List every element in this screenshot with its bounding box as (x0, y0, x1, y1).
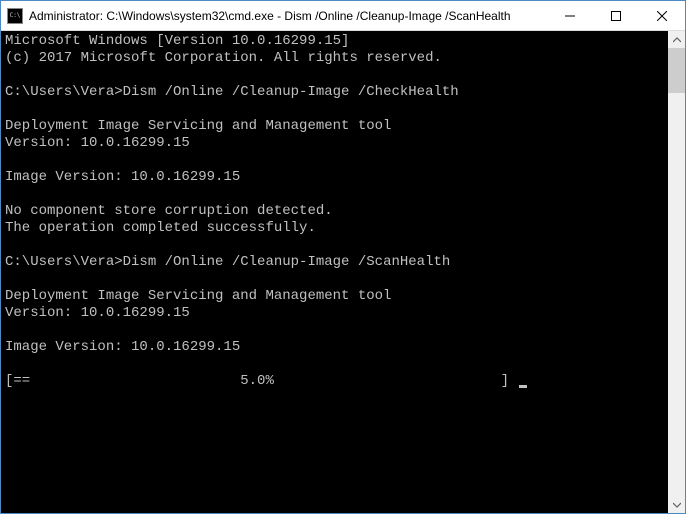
minimize-icon (565, 11, 575, 21)
scrollbar-track[interactable] (668, 48, 685, 496)
maximize-icon (611, 11, 621, 21)
close-button[interactable] (639, 1, 685, 30)
result-line-1: No component store corruption detected. (5, 203, 333, 219)
tool-name-2: Deployment Image Servicing and Managemen… (5, 288, 391, 304)
close-icon (657, 11, 667, 21)
image-version-1: Image Version: 10.0.16299.15 (5, 169, 240, 185)
terminal-container: Microsoft Windows [Version 10.0.16299.15… (1, 31, 685, 513)
prompt-line-2: C:\Users\Vera>Dism /Online /Cleanup-Imag… (5, 254, 450, 270)
command-1: Dism /Online /Cleanup-Image /CheckHealth (123, 84, 459, 100)
progress-bar: [== 5.0% ] (5, 373, 517, 389)
scrollbar-thumb[interactable] (668, 48, 685, 93)
cursor (519, 385, 527, 388)
vertical-scrollbar[interactable] (668, 31, 685, 513)
titlebar: Administrator: C:\Windows\system32\cmd.e… (1, 1, 685, 31)
scroll-up-button[interactable] (668, 31, 685, 48)
terminal-output[interactable]: Microsoft Windows [Version 10.0.16299.15… (1, 31, 668, 513)
minimize-button[interactable] (547, 1, 593, 30)
result-line-2: The operation completed successfully. (5, 220, 316, 236)
cmd-icon (7, 8, 23, 24)
maximize-button[interactable] (593, 1, 639, 30)
tool-name-1: Deployment Image Servicing and Managemen… (5, 118, 391, 134)
os-header: Microsoft Windows [Version 10.0.16299.15… (5, 33, 349, 49)
prompt-line-1: C:\Users\Vera>Dism /Online /Cleanup-Imag… (5, 84, 459, 100)
tool-version-2: Version: 10.0.16299.15 (5, 305, 190, 321)
window-title: Administrator: C:\Windows\system32\cmd.e… (29, 9, 547, 23)
chevron-up-icon (673, 36, 681, 44)
prompt-path-2: C:\Users\Vera> (5, 254, 123, 270)
window-controls (547, 1, 685, 30)
prompt-path-1: C:\Users\Vera> (5, 84, 123, 100)
copyright: (c) 2017 Microsoft Corporation. All righ… (5, 50, 442, 66)
tool-version-1: Version: 10.0.16299.15 (5, 135, 190, 151)
image-version-2: Image Version: 10.0.16299.15 (5, 339, 240, 355)
chevron-down-icon (673, 501, 681, 509)
scroll-down-button[interactable] (668, 496, 685, 513)
command-2: Dism /Online /Cleanup-Image /ScanHealth (123, 254, 451, 270)
